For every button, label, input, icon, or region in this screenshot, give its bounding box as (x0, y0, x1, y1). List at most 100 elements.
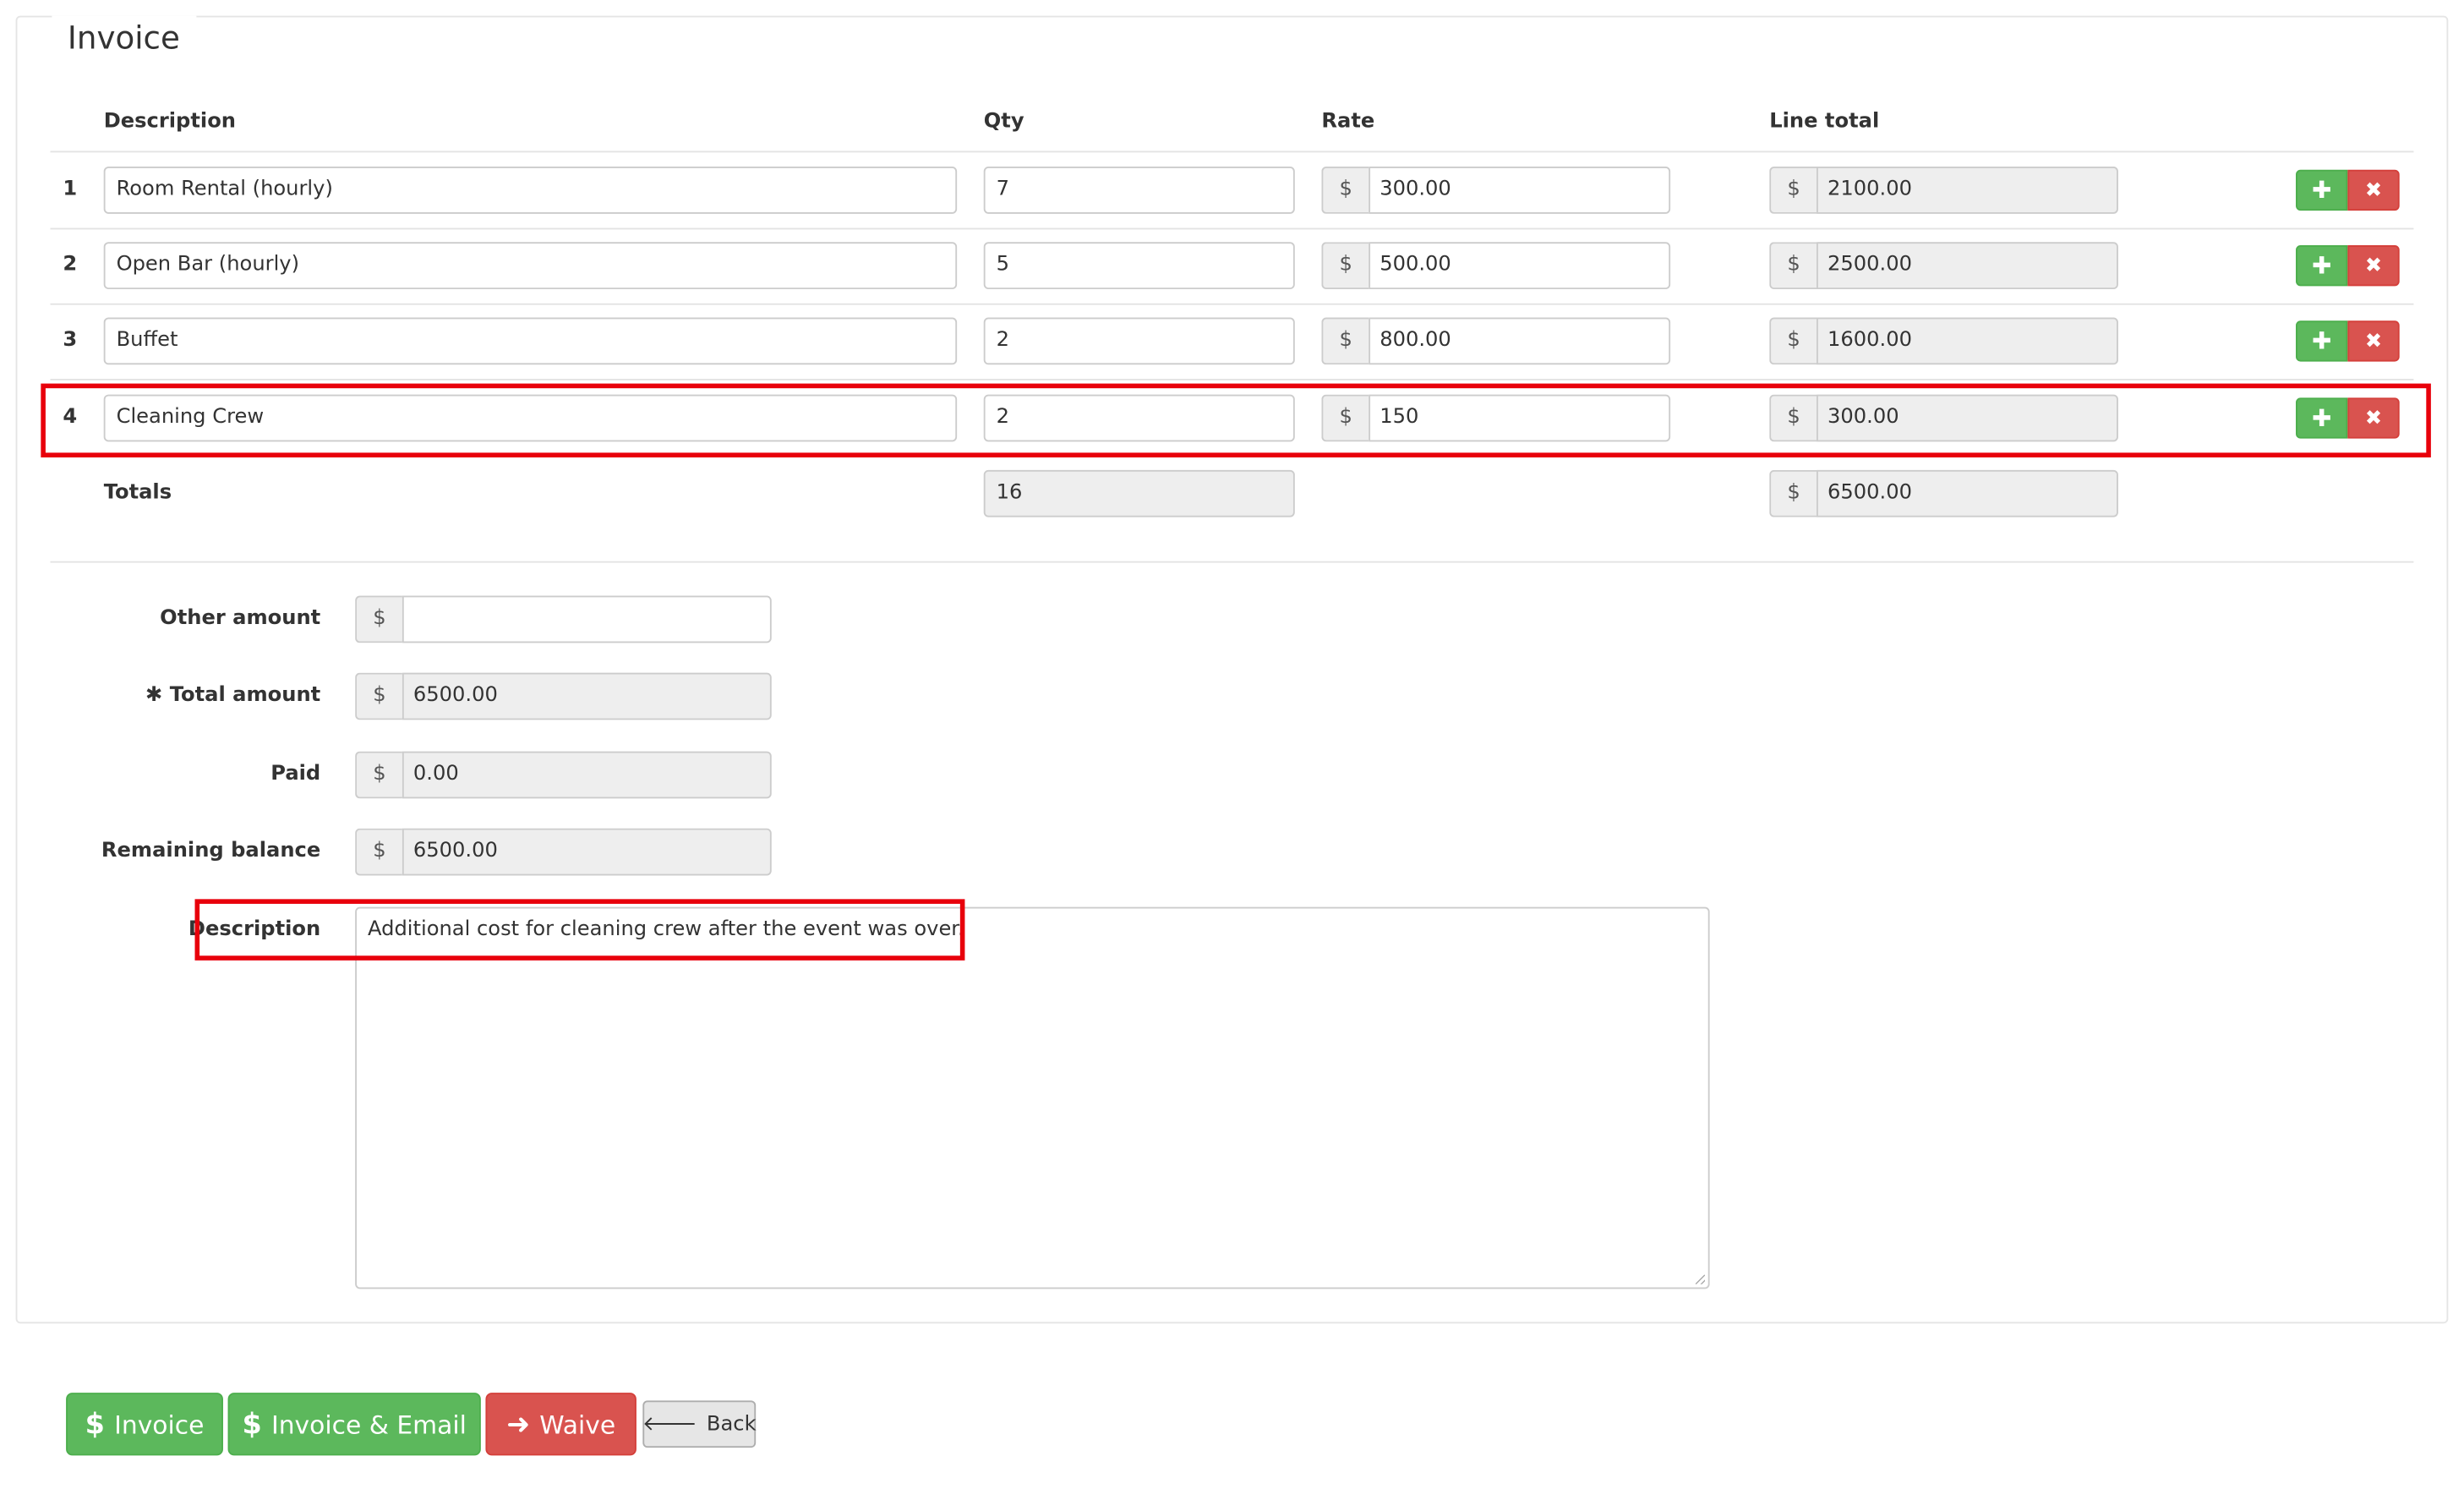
add-row-button[interactable]: ✚ (2295, 245, 2348, 287)
currency-addon: $ (1321, 167, 1369, 214)
times-icon: ✖ (2364, 406, 2383, 430)
total-line-field: 6500.00 (1817, 469, 2118, 517)
currency-addon: $ (355, 672, 402, 720)
currency-addon: $ (355, 751, 402, 799)
row-number: 1 (63, 178, 78, 201)
line-total-field: 300.00 (1817, 394, 2118, 442)
divider (50, 456, 2414, 457)
qty-input[interactable]: 2 (983, 317, 1295, 365)
totals-label: Totals (103, 480, 172, 505)
currency-addon: $ (1769, 469, 1817, 517)
total-line-group: $ 6500.00 (1769, 469, 2118, 517)
rate-input[interactable]: 800.00 (1369, 317, 1671, 365)
total-amount-label-text: Total amount (169, 683, 321, 708)
total-qty-field: 16 (983, 469, 1295, 517)
add-row-button[interactable]: ✚ (2295, 169, 2348, 211)
qty-input[interactable]: 2 (983, 394, 1295, 442)
plus-icon: ✚ (2311, 326, 2332, 356)
add-row-button[interactable]: ✚ (2295, 320, 2348, 362)
other-amount-input[interactable] (402, 595, 772, 643)
description-input[interactable]: Room Rental (hourly) (103, 167, 958, 214)
rate-input[interactable]: 300.00 (1369, 167, 1671, 214)
divider (50, 303, 2414, 305)
row-actions: ✚ ✖ (2295, 320, 2400, 362)
add-row-button[interactable]: ✚ (2295, 397, 2348, 439)
divider (50, 151, 2414, 153)
waive-button-label: Waive (539, 1409, 616, 1439)
qty-input[interactable]: 5 (983, 242, 1295, 290)
row-actions: ✚ ✖ (2295, 245, 2400, 287)
remove-row-button[interactable]: ✖ (2347, 397, 2400, 439)
remove-row-button[interactable]: ✖ (2347, 245, 2400, 287)
currency-addon: $ (1769, 317, 1817, 365)
rate-input[interactable]: 500.00 (1369, 242, 1671, 290)
dollar-icon: $ (85, 1407, 105, 1441)
description-input[interactable]: Buffet (103, 317, 958, 365)
col-header-rate: Rate (1321, 110, 1375, 134)
plus-icon: ✚ (2311, 176, 2332, 205)
plus-icon: ✚ (2311, 251, 2332, 280)
description-text: Additional cost for cleaning crew after … (368, 917, 964, 942)
line-total-field: 1600.00 (1817, 317, 2118, 365)
divider (50, 227, 2414, 230)
row-number: 3 (63, 328, 78, 353)
times-icon: ✖ (2364, 329, 2383, 353)
required-asterisk-icon: ✱ (145, 683, 163, 708)
remaining-balance-label: Remaining balance (101, 839, 321, 863)
currency-addon: $ (1769, 242, 1817, 290)
remove-row-button[interactable]: ✖ (2347, 169, 2400, 211)
line-total-group: $ 2100.00 (1769, 167, 2118, 214)
qty-input[interactable]: 7 (983, 167, 1295, 214)
paid-label: Paid (270, 762, 321, 786)
currency-addon: $ (1321, 242, 1369, 290)
line-total-group: $ 1600.00 (1769, 317, 2118, 365)
invoice-title: Invoice (52, 15, 196, 60)
rate-input-group: $ 500.00 (1321, 242, 1671, 290)
rate-input[interactable]: 150 (1369, 394, 1671, 442)
times-icon: ✖ (2364, 178, 2383, 202)
row-actions: ✚ ✖ (2295, 397, 2400, 439)
total-amount-field: 6500.00 (402, 672, 772, 720)
back-button-label: Back (706, 1412, 757, 1437)
total-amount-label: ✱ Total amount (0, 673, 320, 720)
line-total-group: $ 300.00 (1769, 394, 2118, 442)
col-header-line-total: Line total (1769, 110, 1880, 134)
invoice-button-label: Invoice (114, 1409, 205, 1439)
currency-addon: $ (1769, 167, 1817, 214)
remove-row-button[interactable]: ✖ (2347, 320, 2400, 362)
page: Invoice Description Qty Rate Line total … (0, 0, 2464, 1499)
resize-handle[interactable] (1695, 1274, 1706, 1284)
total-amount-group: $ 6500.00 (355, 672, 772, 720)
invoice-button[interactable]: $ Invoice (66, 1393, 223, 1456)
currency-addon: $ (1321, 394, 1369, 442)
times-icon: ✖ (2364, 254, 2383, 278)
currency-addon: $ (1769, 394, 1817, 442)
row-number: 2 (63, 253, 78, 277)
divider (50, 561, 2414, 563)
col-header-qty: Qty (983, 110, 1024, 134)
description-input[interactable]: Open Bar (hourly) (103, 242, 958, 290)
row-actions: ✚ ✖ (2295, 169, 2400, 211)
invoice-email-button[interactable]: $ Invoice & Email (227, 1393, 481, 1456)
currency-addon: $ (1321, 317, 1369, 365)
dollar-icon: $ (242, 1407, 262, 1441)
col-header-description: Description (103, 110, 237, 134)
remaining-balance-group: $ 6500.00 (355, 828, 772, 876)
arrow-left-icon: 🡐 (642, 1413, 697, 1437)
remaining-balance-field: 6500.00 (402, 828, 772, 876)
description-label: Description (188, 917, 321, 942)
rate-input-group: $ 150 (1321, 394, 1671, 442)
description-input[interactable]: Cleaning Crew (103, 394, 958, 442)
description-textarea[interactable]: Additional cost for cleaning crew after … (355, 906, 1710, 1289)
waive-button[interactable]: ➜ Waive (485, 1393, 636, 1456)
rate-input-group: $ 300.00 (1321, 167, 1671, 214)
currency-addon: $ (355, 828, 402, 876)
line-total-field: 2500.00 (1817, 242, 2118, 290)
rate-input-group: $ 800.00 (1321, 317, 1671, 365)
line-total-group: $ 2500.00 (1769, 242, 2118, 290)
other-amount-label: Other amount (160, 606, 321, 631)
back-button[interactable]: 🡐 Back (642, 1400, 757, 1448)
divider (50, 379, 2414, 380)
row-number: 4 (63, 405, 78, 430)
paid-field: 0.00 (402, 751, 772, 799)
